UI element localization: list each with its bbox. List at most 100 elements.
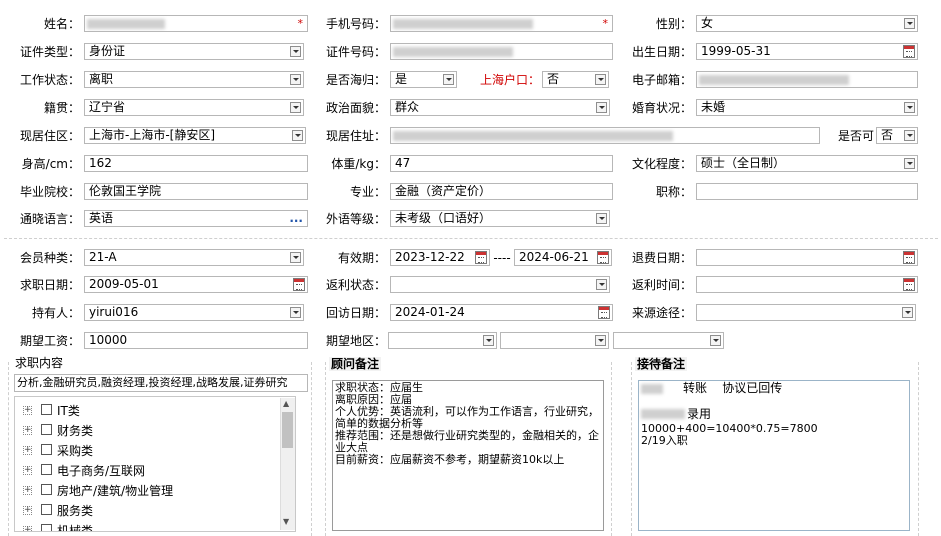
redacted-email [699,75,849,85]
scroll-up-icon[interactable]: ▲ [283,400,289,408]
rebate-time-label: 返利时间： [631,278,692,292]
height-field[interactable]: 162 [84,155,308,172]
dropdown-arrow-icon[interactable] [483,335,494,346]
addr-public-select[interactable]: 否 [876,127,918,144]
returnee-select[interactable]: 是 [390,71,457,88]
job-seek-date-field[interactable]: 2009-05-01 [84,276,308,293]
returnee-value: 是 [395,72,408,86]
dropdown-arrow-icon[interactable] [904,102,915,113]
dropdown-arrow-icon[interactable] [290,252,301,263]
expand-icon[interactable]: + [23,406,32,415]
calendar-icon[interactable] [903,251,915,264]
gender-label: 性别： [655,17,692,31]
gender-select[interactable]: 女 [696,15,918,32]
residence-addr-label: 现居住址： [325,129,386,143]
dropdown-arrow-icon[interactable] [902,307,913,318]
more-options-icon[interactable]: ... [289,211,303,226]
job-content-summary-field[interactable]: 分析,金融研究员,融资经理,投资经理,战略发展,证券研究 [14,374,308,392]
residence-addr-field[interactable] [390,127,820,144]
dropdown-arrow-icon[interactable] [290,74,301,85]
expected-region-select-1[interactable] [388,332,497,349]
dropdown-arrow-icon[interactable] [290,46,301,57]
source-select[interactable] [696,304,916,321]
checkbox[interactable] [41,524,52,531]
residence-area-label: 现居住区： [19,129,80,143]
visit-date-field[interactable]: 2024-01-24 [390,304,613,321]
lang-level-select[interactable]: 未考级（口语好） [390,210,610,227]
dropdown-arrow-icon[interactable] [443,74,454,85]
major-value: 金融（资产定价） [395,184,492,198]
tree-scrollbar[interactable]: ▲ ▼ [280,398,295,530]
scroll-down-icon[interactable]: ▼ [283,518,289,526]
native-place-select[interactable]: 辽宁省 [84,99,304,116]
marital-select[interactable]: 未婚 [696,99,918,116]
dropdown-arrow-icon[interactable] [904,18,915,29]
name-field[interactable]: * [84,15,308,32]
expand-icon[interactable]: + [23,506,32,515]
school-field[interactable]: 伦敦国王学院 [84,183,308,200]
checkbox[interactable] [41,424,52,435]
visit-date-value: 2024-01-24 [395,305,465,319]
native-place-label: 籍贯： [43,101,80,115]
expected-region-select-2[interactable] [500,332,609,349]
expand-icon[interactable]: + [23,446,32,455]
mobile-field[interactable]: * [390,15,613,32]
shanghai-hukou-select[interactable]: 否 [542,71,609,88]
dropdown-arrow-icon[interactable] [595,335,606,346]
major-field[interactable]: 金融（资产定价） [390,183,613,200]
scroll-thumb[interactable] [282,412,293,448]
holder-select[interactable]: yirui016 [84,304,304,321]
birth-date-field[interactable]: 1999-05-31 [696,43,918,60]
reception-note-textarea[interactable]: 转账 协议已回传 录用 10000+400=10400*0.75=7800 2/… [638,380,910,531]
shanghai-hukou-value: 否 [547,72,560,86]
checkbox[interactable] [41,444,52,455]
work-status-select[interactable]: 离职 [84,71,304,88]
height-value: 162 [89,156,112,170]
valid-end-field[interactable]: 2024-06-21 [514,249,612,266]
dropdown-arrow-icon[interactable] [290,102,301,113]
expand-icon[interactable]: + [23,486,32,495]
dropdown-arrow-icon[interactable] [710,335,721,346]
checkbox[interactable] [41,404,52,415]
redacted-address [393,131,673,141]
job-content-summary: 分析,金融研究员,融资经理,投资经理,战略发展,证券研究 [17,376,288,389]
rebate-time-field[interactable] [696,276,918,293]
political-select[interactable]: 群众 [390,99,610,116]
id-type-select[interactable]: 身份证 [84,43,304,60]
job-category-tree[interactable]: + IT类 + 财务类 + 采购类 + 电子商务/互联网 + 房地产/建筑/物业… [14,396,296,532]
checkbox[interactable] [41,484,52,495]
checkbox[interactable] [41,504,52,515]
dropdown-arrow-icon[interactable] [292,130,303,141]
dropdown-arrow-icon[interactable] [290,307,301,318]
dropdown-arrow-icon[interactable] [904,158,915,169]
dropdown-arrow-icon[interactable] [596,213,607,224]
panel-border [631,362,632,536]
expected-salary-field[interactable]: 10000 [84,332,308,349]
email-field[interactable] [696,71,918,88]
education-select[interactable]: 硕士（全日制） [696,155,918,172]
calendar-icon[interactable] [293,278,305,291]
period-separator: ---- [493,251,511,265]
calendar-icon[interactable] [475,251,487,264]
rebate-status-select[interactable] [390,276,610,293]
member-type-select[interactable]: 21-A [84,249,304,266]
calendar-icon[interactable] [903,45,915,58]
valid-start-field[interactable]: 2023-12-22 [390,249,490,266]
expected-region-select-3[interactable] [613,332,724,349]
tree-item-label: 服务类 [57,504,94,518]
title-label: 职称： [655,185,692,199]
refund-date-field[interactable] [696,249,918,266]
weight-field[interactable]: 47 [390,155,613,172]
expand-icon[interactable]: + [23,466,32,475]
calendar-icon[interactable] [903,278,915,291]
expand-icon[interactable]: + [23,526,32,531]
dropdown-arrow-icon[interactable] [904,130,915,141]
id-number-field[interactable] [390,43,613,60]
consultant-note-textarea[interactable]: 求职状态：应届生 离职原因：应届 个人优势：英语流利，可以作为工作语言，行业研究… [332,380,604,531]
consultant-note-title: 顾问备注 [329,357,382,371]
title-field[interactable] [696,183,918,200]
residence-area-select[interactable]: 上海市-上海市-[静安区] [84,127,306,144]
language-field[interactable]: 英语 ... [84,210,308,227]
checkbox[interactable] [41,464,52,475]
expand-icon[interactable]: + [23,426,32,435]
